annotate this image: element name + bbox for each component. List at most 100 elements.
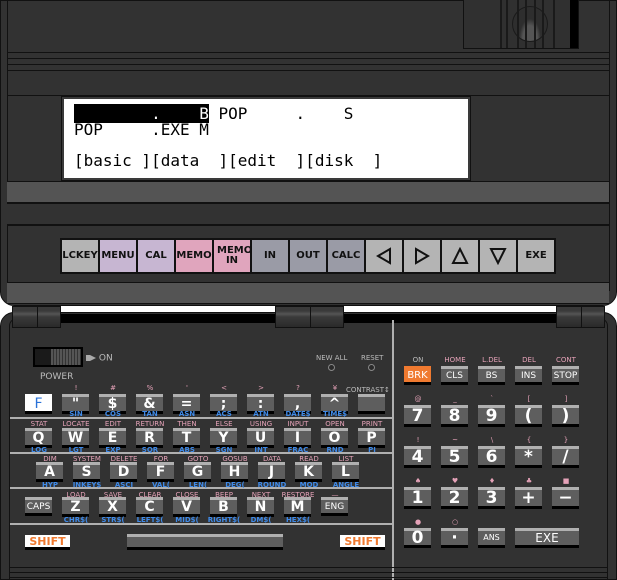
numpad-key-8[interactable]: 8 [441, 405, 468, 427]
numpad-key-bs[interactable]: BS [478, 366, 505, 385]
numpad-key-cls[interactable]: CLS [441, 366, 468, 385]
numpad-key-5[interactable]: 5 [441, 446, 468, 468]
key-u[interactable]: U [247, 428, 274, 448]
up-arrow-key[interactable] [442, 240, 478, 272]
key-r[interactable]: R [136, 428, 163, 448]
power-switch-knob[interactable] [51, 349, 81, 365]
key-top-label: RESTORE [281, 491, 315, 499]
key-top-label: > [258, 384, 264, 392]
lckey-key[interactable]: LCKEY [62, 240, 98, 272]
key-top-label: DATA [262, 455, 282, 463]
key-y[interactable]: Y [210, 428, 237, 448]
new-all-label: NEW ALL [316, 354, 348, 362]
new-all-button[interactable] [328, 364, 335, 371]
keypad-divider [392, 320, 394, 580]
key-f[interactable]: F [25, 394, 52, 414]
numpad-key-exe[interactable]: EXE [515, 528, 579, 548]
numpad-key-9[interactable]: 9 [478, 405, 505, 427]
key-z[interactable]: Z [62, 497, 89, 517]
numpad-key-0[interactable]: 0 [404, 528, 431, 548]
numpad-key-symbol[interactable]: / [552, 446, 579, 468]
key-m[interactable]: M [284, 497, 311, 517]
numpad-key-7[interactable]: 7 [404, 405, 431, 427]
key-k[interactable]: K [295, 462, 322, 482]
numpad-key-stop[interactable]: STOP [552, 366, 579, 385]
key-bottom-label: INT [254, 446, 268, 454]
key-f[interactable]: F [147, 462, 174, 482]
shift-right-key[interactable]: SHIFT [340, 535, 385, 550]
numpad-key-symbol[interactable]: * [515, 446, 542, 468]
key-d[interactable]: D [110, 462, 137, 482]
key-label: OUT [296, 250, 320, 261]
key-s[interactable]: S [73, 462, 100, 482]
numpad-key-ins[interactable]: INS [515, 366, 542, 385]
numpad-key-ans[interactable]: ANS [478, 528, 505, 548]
down-arrow-key[interactable] [480, 240, 516, 272]
numpad-key-symbol[interactable]: ( [515, 405, 542, 427]
key-bottom-label: FRAC [287, 446, 309, 454]
numpad-key-symbol[interactable]: − [552, 487, 579, 509]
key-label: CALC [331, 250, 361, 261]
right-arrow-key[interactable] [404, 240, 440, 272]
key-eng[interactable]: ENG [321, 497, 348, 516]
shift-left-key[interactable]: SHIFT [25, 535, 70, 550]
space-key[interactable] [127, 534, 283, 550]
key-top-label: ELSE [215, 420, 233, 428]
base-groove [9, 577, 608, 578]
key-top-label: ! [416, 436, 420, 444]
key-top-label: STAT [30, 420, 48, 428]
numpad-key-symbol[interactable]: · [441, 528, 468, 548]
key-g[interactable]: G [184, 462, 211, 482]
numpad-key-3[interactable]: 3 [478, 487, 505, 509]
lcd-screen: . B POP . S POP .EXE M [basic ][data ][e… [64, 99, 468, 178]
numpad-key-4[interactable]: 4 [404, 446, 431, 468]
out-key[interactable]: OUT [290, 240, 326, 272]
contrast-arrows-icon: ↕ [384, 386, 390, 394]
key-blank[interactable] [358, 394, 385, 414]
numpad-key-symbol[interactable]: + [515, 487, 542, 509]
key-top-label: GOSUB [222, 455, 248, 463]
left-arrow-icon [376, 247, 391, 265]
exe-function-key[interactable]: EXE [518, 240, 554, 272]
numpad-key-2[interactable]: 2 [441, 487, 468, 509]
key-o[interactable]: O [321, 428, 348, 448]
key-bottom-label: LEFT$( [136, 516, 164, 524]
right-arrow-icon [415, 247, 430, 265]
cal-key[interactable]: CAL [138, 240, 174, 272]
lid-groove [7, 64, 609, 65]
key-q[interactable]: Q [25, 428, 52, 448]
key-caps[interactable]: CAPS [25, 497, 52, 516]
key-h[interactable]: H [221, 462, 248, 482]
numpad-key-brk[interactable]: BRK [404, 366, 431, 385]
key-bottom-label: INKEY$ [72, 481, 102, 489]
key-label: LCKEY [62, 250, 98, 261]
power-switch[interactable] [33, 347, 83, 367]
key-j[interactable]: J [258, 462, 285, 482]
key-x[interactable]: X [99, 497, 126, 517]
key-top-label: ' [186, 384, 188, 392]
key-bottom-label: TIME$ [323, 410, 347, 418]
numpad-key-1[interactable]: 1 [404, 487, 431, 509]
numpad-key-symbol[interactable]: ) [552, 405, 579, 427]
key-t[interactable]: T [173, 428, 200, 448]
key-bottom-label: PI [368, 446, 376, 454]
key-p[interactable]: P [358, 428, 385, 448]
calc-key[interactable]: CALC [328, 240, 364, 272]
key-i[interactable]: I [284, 428, 311, 448]
menu-key[interactable]: MENU [100, 240, 136, 272]
left-arrow-key[interactable] [366, 240, 402, 272]
key-e[interactable]: E [99, 428, 126, 448]
memo-key[interactable]: MEMO [176, 240, 212, 272]
key-a[interactable]: A [36, 462, 63, 482]
key-l[interactable]: L [332, 462, 359, 482]
key-top-label: CLEAR [138, 491, 162, 499]
reset-button[interactable] [368, 364, 375, 371]
key-v[interactable]: V [173, 497, 200, 517]
in-key[interactable]: IN [252, 240, 288, 272]
numpad-key-6[interactable]: 6 [478, 446, 505, 468]
memo-in-key[interactable]: MEMO IN [214, 240, 252, 272]
key-n[interactable]: N [247, 497, 274, 517]
key-c[interactable]: C [136, 497, 163, 517]
key-w[interactable]: W [62, 428, 89, 448]
key-b[interactable]: B [210, 497, 237, 517]
